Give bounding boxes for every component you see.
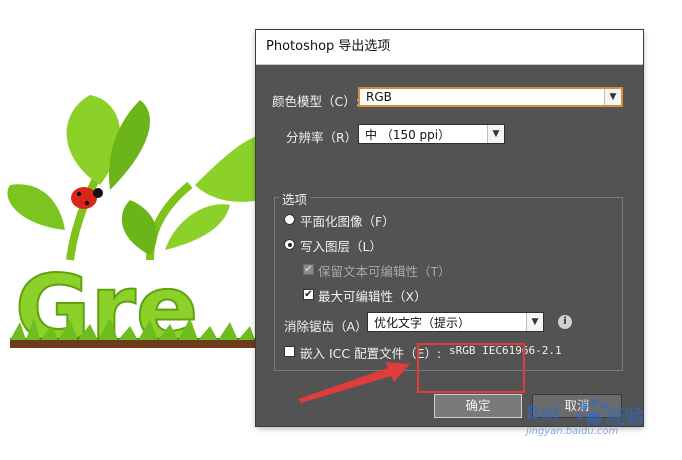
flat-image-label: 平面化图像（F） (300, 214, 395, 229)
green-leaves-illustration: Gre (7, 95, 260, 363)
chevron-down-icon[interactable]: ▼ (526, 313, 543, 331)
ok-button[interactable]: 确定 (434, 394, 522, 418)
flat-image-radio[interactable] (284, 214, 295, 225)
chevron-down-icon[interactable]: ▼ (487, 125, 504, 143)
resolution-value: 中 （150 ppi） (365, 128, 451, 142)
highlight-box (417, 343, 525, 393)
keep-text-label: 保留文本可编辑性（T） (318, 264, 451, 279)
write-layers-label: 写入图层（L） (300, 239, 382, 254)
max-edit-checkbox[interactable]: ✔ (303, 289, 314, 300)
resolution-label: 分辨率（R）: (286, 130, 362, 145)
info-icon[interactable]: i (558, 315, 572, 329)
red-arrow-annotation (298, 362, 410, 403)
antialias-value: 优化文字（提示） (374, 316, 471, 330)
color-model-label: 颜色模型（C）: (272, 94, 360, 109)
options-group-title: 选项 (279, 189, 311, 208)
chevron-down-icon[interactable]: ▼ (604, 89, 621, 105)
color-model-select[interactable]: RGB ▼ (358, 87, 623, 107)
antialias-label: 消除锯齿（A）: (284, 319, 372, 334)
color-model-value: RGB (366, 90, 392, 104)
embed-icc-checkbox[interactable] (284, 346, 295, 357)
write-layers-radio[interactable] (284, 239, 295, 250)
antialias-select[interactable]: 优化文字（提示） ▼ (367, 312, 544, 332)
watermark-url: jingyan.baidu.com (526, 426, 619, 437)
dialog-title: Photoshop 导出选项 (256, 30, 643, 65)
watermark-brand: Bai (526, 402, 560, 424)
max-edit-label: 最大可编辑性（X） (318, 289, 427, 304)
resolution-select[interactable]: 中 （150 ppi） ▼ (358, 124, 505, 144)
keep-text-checkbox[interactable]: ✔ (303, 264, 314, 275)
watermark-brand-cn: 经验 (606, 406, 645, 428)
background-artwork: Gre (0, 0, 260, 460)
